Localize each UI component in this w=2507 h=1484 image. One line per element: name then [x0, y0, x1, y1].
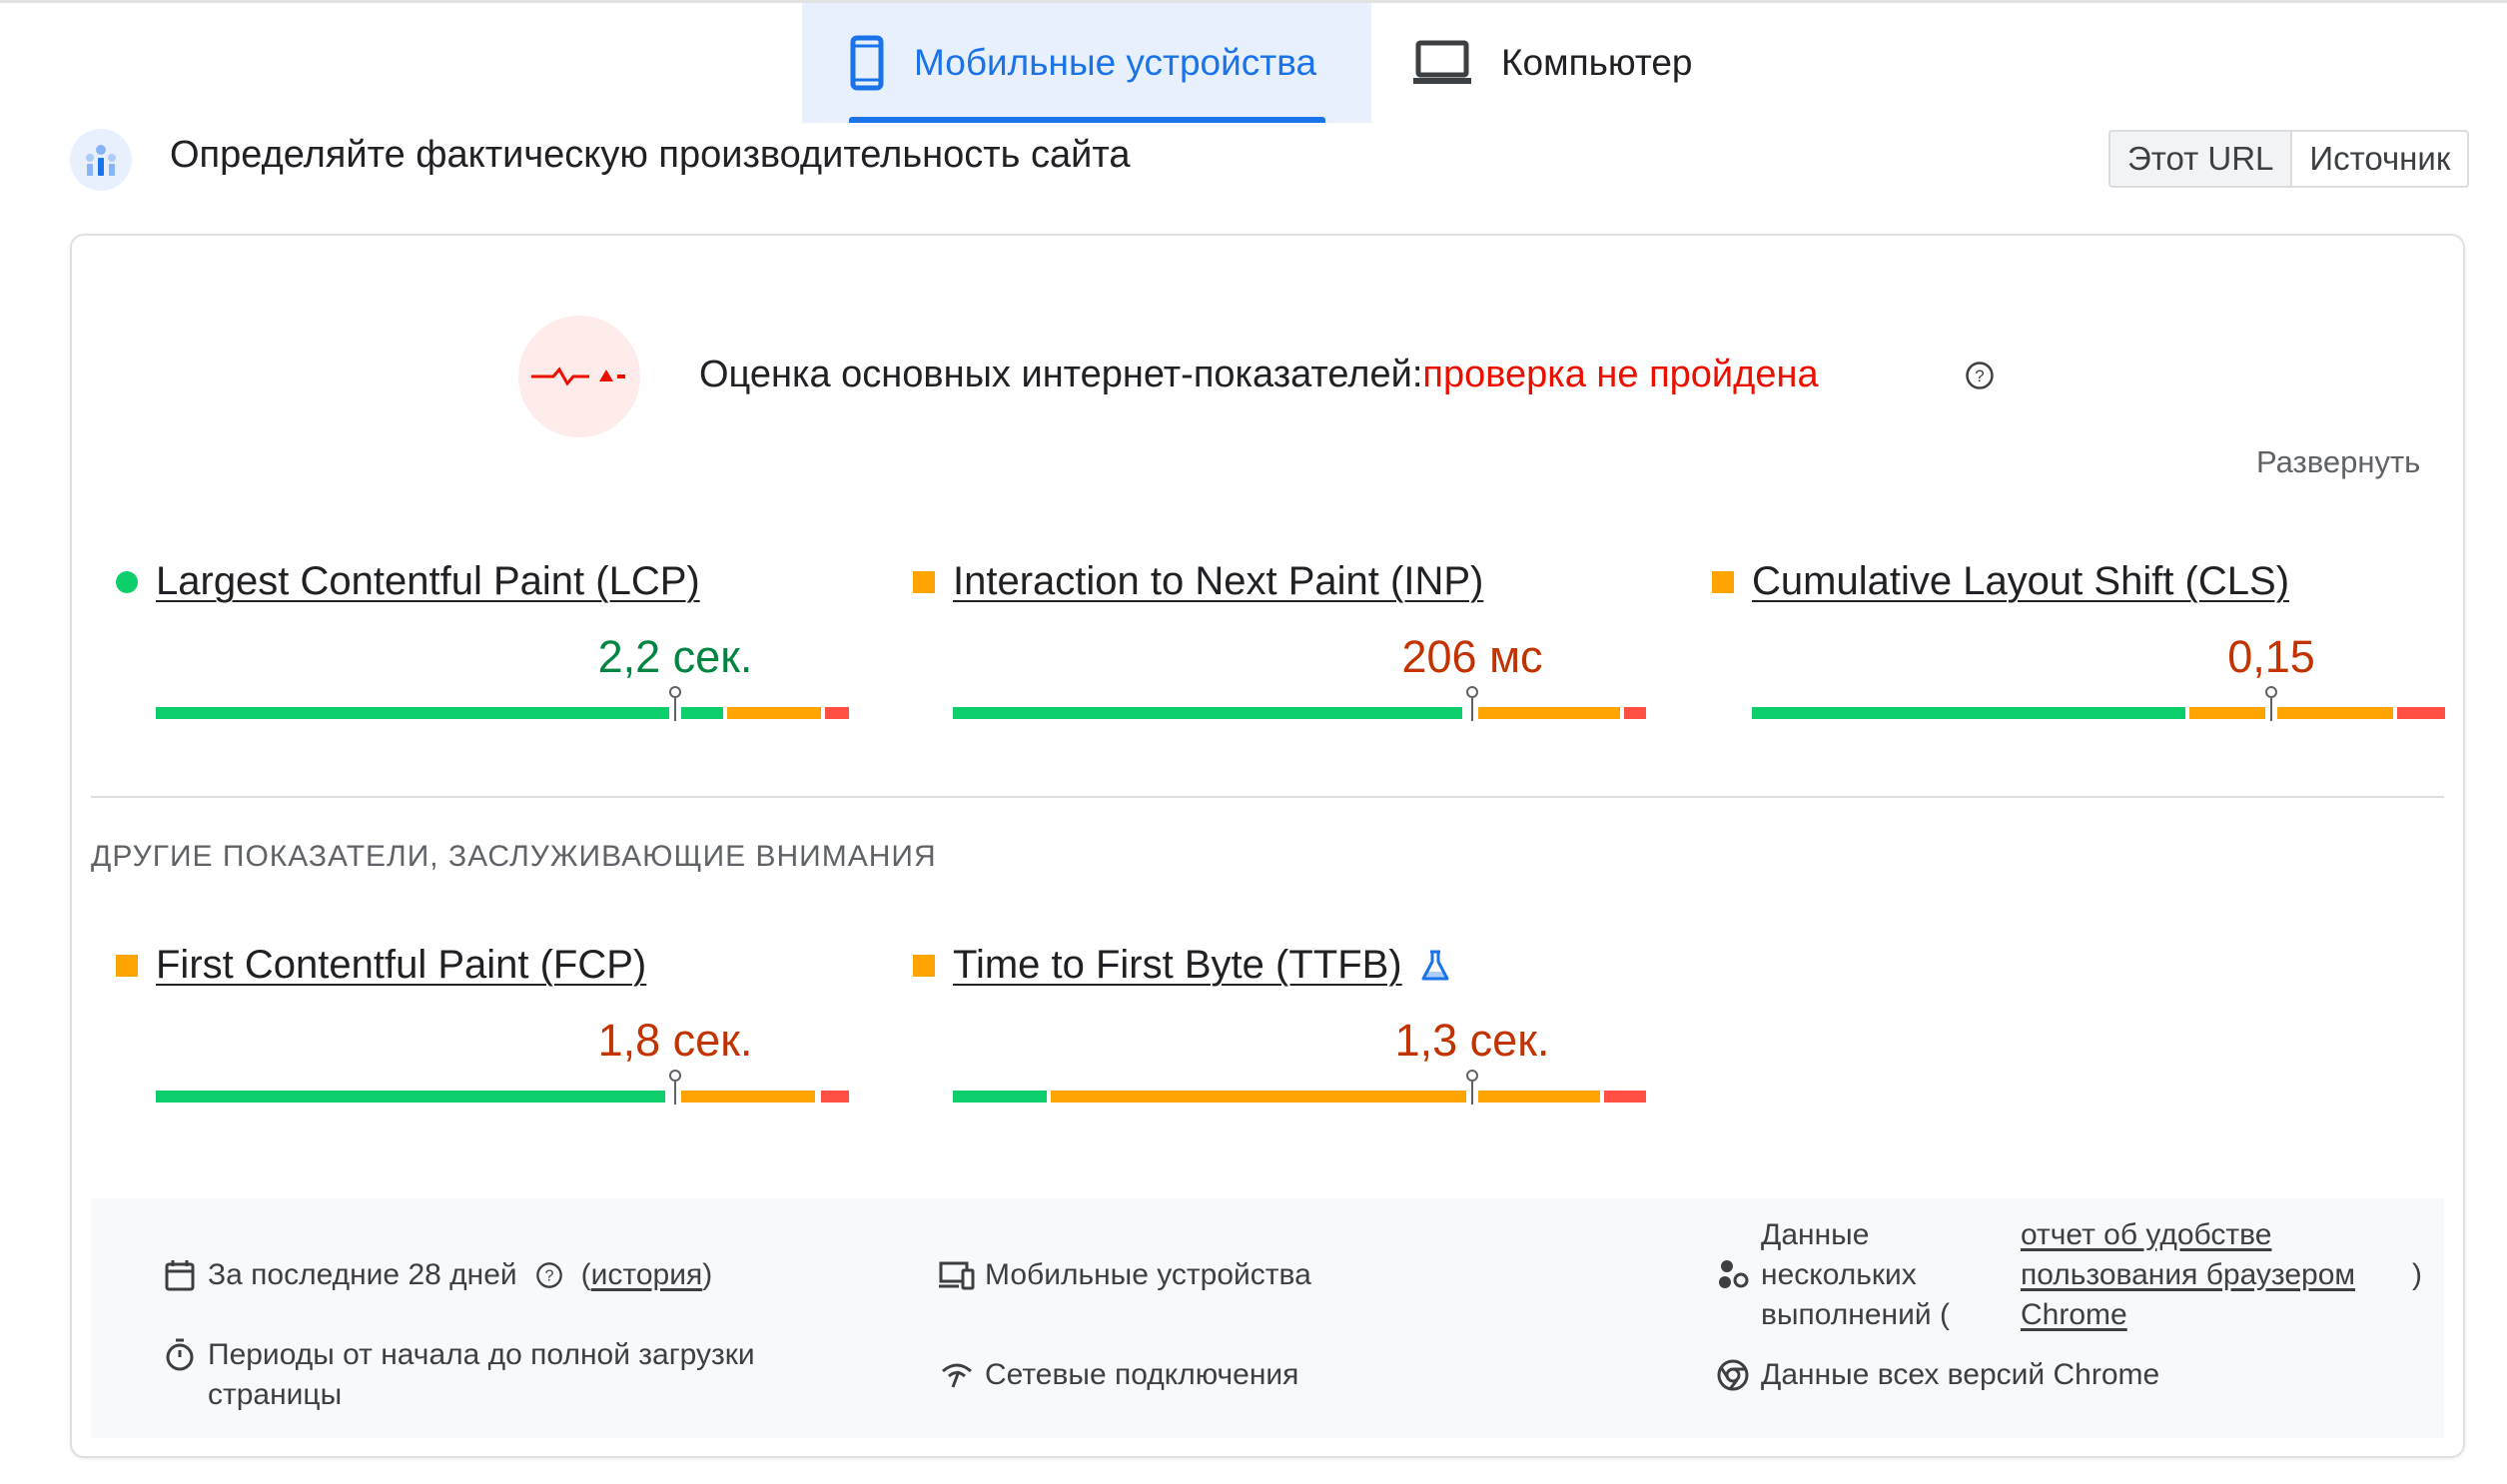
device-tabs: Мобильные устройства Компьютер — [802, 3, 1693, 123]
help-icon[interactable]: ? — [535, 1255, 563, 1295]
period-text: За последние 28 дней — [208, 1258, 517, 1291]
load-periods-line1: Периоды от начала до полной загрузки — [208, 1338, 755, 1371]
expand-link[interactable]: Развернуть — [2256, 444, 2420, 480]
cwv-assessment: Оценка основных интернет-показателей:про… — [699, 354, 1819, 396]
average-indicator-icon — [1712, 570, 1734, 593]
collection-period: За последние 28 дней ? (история) — [162, 1255, 712, 1295]
other-metrics-heading: ДРУГИЕ ПОКАЗАТЕЛИ, ЗАСЛУЖИВАЮЩИЕ ВНИМАНИ… — [91, 840, 937, 873]
average-indicator-icon — [913, 954, 935, 977]
stopwatch-icon — [162, 1335, 198, 1375]
devices-icon — [939, 1255, 975, 1295]
crux-link-line3[interactable]: Chrome — [2021, 1295, 2412, 1335]
crux-source: Данные нескольких выполнений ( отчет об … — [1715, 1215, 2422, 1335]
distribution-bar — [953, 686, 1646, 721]
signal-icon — [939, 1355, 975, 1395]
assessment-label: Оценка основных интернет-показателей: — [699, 354, 1423, 395]
percentile-marker-icon — [2265, 686, 2277, 721]
device-text: Мобильные устройства — [985, 1258, 1311, 1291]
tab-mobile[interactable]: Мобильные устройства — [802, 3, 1371, 123]
laptop-icon — [1413, 40, 1471, 86]
metric-value: 1,3 сек. — [1394, 1015, 1550, 1066]
metric-value: 206 мс — [1401, 631, 1543, 682]
metric-fcp: First Contentful Paint (FCP) 1,8 сек. — [116, 943, 849, 1113]
crux-link-line1[interactable]: отчет об удобстве — [2021, 1215, 2412, 1255]
crux-prefix-line3: выполнений ( — [1761, 1298, 1950, 1331]
metric-lcp: Largest Contentful Paint (LCP) 2,2 сек. — [116, 559, 849, 729]
calendar-icon — [162, 1255, 198, 1295]
svg-text:?: ? — [544, 1268, 553, 1285]
crux-link-line2[interactable]: пользования браузером — [2021, 1255, 2412, 1295]
chrome-versions: Данные всех версий Chrome — [1715, 1355, 2159, 1395]
section-divider — [91, 796, 2444, 798]
chrome-versions-text: Данные всех версий Chrome — [1761, 1358, 2160, 1391]
percentile-marker-icon — [1466, 1070, 1478, 1105]
multiple-samples-icon — [1715, 1255, 1751, 1295]
average-indicator-icon — [116, 954, 138, 977]
distribution-bar — [156, 686, 849, 721]
metric-value: 2,2 сек. — [597, 631, 753, 682]
network-text: Сетевые подключения — [985, 1358, 1299, 1391]
tab-desktop[interactable]: Компьютер — [1371, 3, 1693, 123]
distribution-bar — [1752, 686, 2445, 721]
percentile-marker-icon — [669, 686, 681, 721]
origin-button[interactable]: Источник — [2292, 132, 2467, 186]
svg-text:?: ? — [1975, 367, 1984, 385]
metric-name-link[interactable]: Time to First Byte (TTFB) — [953, 943, 1402, 988]
metric-name-link[interactable]: Cumulative Layout Shift (CLS) — [1752, 559, 2289, 604]
distribution-bar — [156, 1070, 849, 1105]
history-open-paren: ( — [580, 1258, 591, 1291]
network-connections: Сетевые подключения — [939, 1355, 1298, 1395]
metric-value: 0,15 — [2227, 631, 2315, 682]
crux-close-paren: ) — [2412, 1258, 2422, 1291]
load-periods: Периоды от начала до полной загрузки стр… — [162, 1335, 755, 1415]
metric-inp: Interaction to Next Paint (INP) 206 мс — [913, 559, 1646, 729]
metric-name-link[interactable]: Largest Contentful Paint (LCP) — [156, 559, 700, 604]
help-icon[interactable]: ? — [1965, 361, 1995, 395]
history-close-paren: ) — [702, 1258, 713, 1291]
metric-value: 1,8 сек. — [597, 1015, 753, 1066]
assessment-status: проверка не пройдена — [1422, 354, 1819, 395]
field-data-icon — [70, 129, 132, 191]
tab-mobile-label: Мобильные устройства — [914, 42, 1317, 83]
this-url-button[interactable]: Этот URL — [2110, 132, 2293, 186]
load-periods-line2: страницы — [208, 1378, 343, 1411]
metric-ttfb: Time to First Byte (TTFB) 1,3 сек. — [913, 943, 1646, 1113]
metric-name-link[interactable]: Interaction to Next Paint (INP) — [953, 559, 1483, 604]
average-indicator-icon — [913, 570, 935, 593]
crux-prefix-line1: Данные — [1761, 1218, 1870, 1251]
tab-desktop-label: Компьютер — [1501, 42, 1693, 83]
url-origin-toggle: Этот URL Источник — [2108, 130, 2470, 188]
crux-report-link[interactable]: отчет об удобстве пользования браузером … — [2021, 1215, 2412, 1335]
failed-assessment-icon — [518, 316, 640, 437]
device-type: Мобильные устройства — [939, 1255, 1311, 1295]
percentile-marker-icon — [669, 1070, 681, 1105]
page-title: Определяйте фактическую производительнос… — [170, 134, 1131, 176]
percentile-marker-icon — [1466, 686, 1478, 721]
smartphone-icon — [850, 35, 884, 91]
history-link[interactable]: история — [591, 1255, 703, 1295]
flask-icon[interactable] — [1420, 950, 1450, 982]
crux-prefix-line2: нескольких — [1761, 1258, 1917, 1291]
good-indicator-icon — [116, 570, 138, 593]
chrome-icon — [1715, 1355, 1751, 1395]
metric-name-link[interactable]: First Contentful Paint (FCP) — [156, 943, 646, 988]
distribution-bar — [953, 1070, 1646, 1105]
metric-cls: Cumulative Layout Shift (CLS) 0,15 — [1712, 559, 2445, 729]
